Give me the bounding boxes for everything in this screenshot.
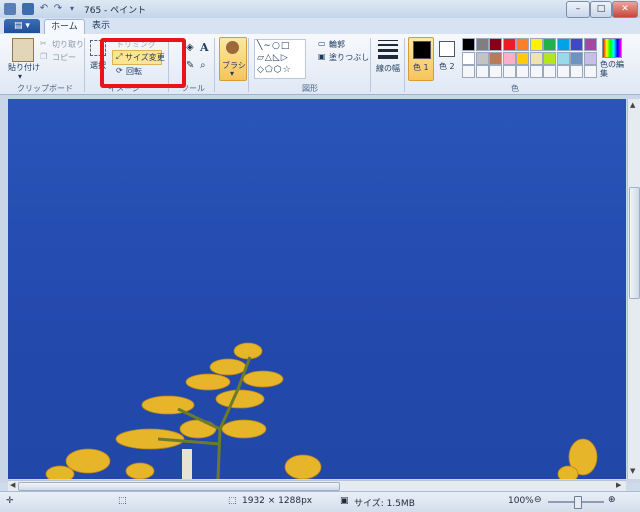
customize-qat-icon[interactable]: ▾	[66, 3, 78, 15]
image-size-icon: ⬚	[228, 496, 237, 506]
palette-swatch[interactable]	[489, 51, 502, 65]
photo-content	[45, 342, 598, 479]
color1-button[interactable]: 色 1	[408, 37, 434, 81]
brush-button[interactable]: ブラシ ▾	[219, 37, 247, 81]
palette-swatch-empty[interactable]	[529, 65, 543, 78]
palette-swatch[interactable]	[529, 38, 543, 51]
palette-swatch-empty[interactable]	[570, 65, 583, 78]
horizontal-scroll-thumb[interactable]	[18, 482, 340, 491]
tab-view[interactable]: 表示	[86, 19, 116, 34]
palette-swatch[interactable]	[516, 38, 529, 51]
flower-cluster	[45, 342, 598, 479]
brush-icon	[226, 41, 239, 54]
palette-swatch[interactable]	[583, 38, 597, 51]
window-title: 765 - ペイント	[84, 6, 147, 16]
palette-swatch[interactable]	[489, 38, 502, 51]
ribbon: 貼り付け ▾ ✂ 切り取り ❐ コピー クリップボード 選択 トリミング ⤢ サ…	[0, 34, 640, 95]
scroll-up-icon[interactable]: ▲	[630, 101, 635, 109]
magnifier-icon[interactable]: ⌕	[200, 60, 206, 71]
palette-swatch[interactable]	[529, 51, 543, 65]
outline-button[interactable]: 輪郭	[329, 39, 345, 50]
fill-shape-icon[interactable]: ▣	[318, 52, 326, 61]
zoom-out-button[interactable]: ⊖	[534, 495, 542, 505]
color2-swatch	[439, 41, 455, 57]
palette-swatch[interactable]	[462, 38, 475, 51]
fill-icon[interactable]: ◈	[186, 42, 194, 53]
save-icon[interactable]	[22, 3, 34, 15]
clipboard-group-label: クリップボード	[17, 84, 73, 93]
app-menu-icon[interactable]	[4, 3, 16, 15]
copy-button[interactable]: コピー	[52, 52, 76, 63]
color1-label: 色 1	[413, 63, 429, 72]
status-bar: ✛ ⬚ ⬚ 1932 × 1288px ▣ サイズ: 1.5MB 100% ⊖ …	[0, 491, 640, 512]
scroll-left-icon[interactable]: ◀	[10, 481, 15, 489]
palette-swatch[interactable]	[462, 51, 475, 65]
shape-fill-button[interactable]: 塗りつぶし	[329, 52, 369, 63]
palette-swatch[interactable]	[583, 51, 597, 65]
file-size: サイズ: 1.5MB	[354, 499, 415, 509]
file-size-icon: ▣	[340, 496, 349, 506]
size-button[interactable]: 線の幅	[376, 63, 400, 74]
vertical-scrollbar[interactable]: ▲ ▼	[627, 99, 640, 479]
highlight-box	[100, 38, 186, 88]
scroll-right-icon[interactable]: ▶	[616, 481, 621, 489]
palette-swatch[interactable]	[570, 38, 583, 51]
palette-swatch[interactable]	[556, 51, 570, 65]
palette-swatch-empty[interactable]	[489, 65, 502, 78]
scroll-down-icon[interactable]: ▼	[630, 467, 635, 475]
zoom-level: 100%	[508, 496, 534, 506]
paste-label[interactable]: 貼り付け	[8, 62, 40, 73]
cut-icon[interactable]: ✂	[40, 39, 47, 48]
palette-swatch[interactable]	[570, 51, 583, 65]
color2-label: 色 2	[439, 62, 455, 71]
paste-icon[interactable]	[12, 38, 34, 62]
image-dimensions: 1932 × 1288px	[242, 496, 313, 506]
color-palette	[462, 38, 602, 78]
selection-size-icon: ⬚	[118, 496, 127, 506]
cursor-position-icon: ✛	[6, 496, 14, 506]
color-picker-icon[interactable]: ✎	[186, 60, 194, 71]
palette-swatch-empty[interactable]	[543, 65, 556, 78]
palette-swatch[interactable]	[543, 38, 556, 51]
palette-swatch[interactable]	[543, 51, 556, 65]
maximize-button[interactable]: □	[590, 1, 612, 18]
palette-swatch[interactable]	[556, 38, 570, 51]
edit-colors-button[interactable]: 色の編集	[600, 60, 624, 78]
minimize-button[interactable]: –	[566, 1, 590, 18]
shapes-group-label: 図形	[302, 84, 318, 93]
palette-swatch[interactable]	[516, 51, 529, 65]
zoom-slider-thumb[interactable]	[574, 496, 582, 509]
copy-icon[interactable]: ❐	[40, 52, 47, 61]
pole-shape	[182, 449, 192, 479]
color2-button[interactable]: 色 2	[436, 37, 458, 79]
outline-icon[interactable]: ▭	[318, 39, 326, 48]
palette-swatch-empty[interactable]	[516, 65, 529, 78]
title-bar: ↶ ↷ ▾ 765 - ペイント – □ ✕	[0, 0, 640, 19]
paint-menu-button[interactable]: ▤ ▾	[4, 19, 40, 33]
palette-swatch[interactable]	[475, 38, 489, 51]
horizontal-scrollbar[interactable]: ◀ ▶	[8, 480, 626, 491]
tab-home[interactable]: ホーム	[44, 19, 85, 35]
zoom-in-button[interactable]: ⊕	[608, 495, 616, 505]
palette-swatch-empty[interactable]	[556, 65, 570, 78]
palette-swatch-empty[interactable]	[583, 65, 597, 78]
vertical-scroll-thumb[interactable]	[629, 187, 640, 299]
palette-swatch-empty[interactable]	[475, 65, 489, 78]
redo-icon[interactable]: ↷	[52, 3, 64, 15]
color1-swatch	[413, 41, 431, 59]
edit-colors-icon[interactable]	[602, 38, 622, 58]
shapes-gallery[interactable]: ╲∼○□ ▱△◺▷ ◇⬠⬡☆	[254, 39, 306, 79]
colors-group-label: 色	[511, 84, 519, 93]
palette-swatch[interactable]	[502, 38, 516, 51]
undo-icon[interactable]: ↶	[38, 3, 50, 15]
palette-swatch[interactable]	[475, 51, 489, 65]
image-canvas[interactable]	[8, 99, 626, 479]
palette-swatch-empty[interactable]	[462, 65, 475, 78]
palette-swatch[interactable]	[502, 51, 516, 65]
palette-swatch-empty[interactable]	[502, 65, 516, 78]
cut-button[interactable]: 切り取り	[52, 39, 84, 50]
close-button[interactable]: ✕	[612, 1, 638, 18]
size-icon[interactable]	[378, 40, 398, 60]
text-tool-icon[interactable]: A	[200, 41, 209, 54]
